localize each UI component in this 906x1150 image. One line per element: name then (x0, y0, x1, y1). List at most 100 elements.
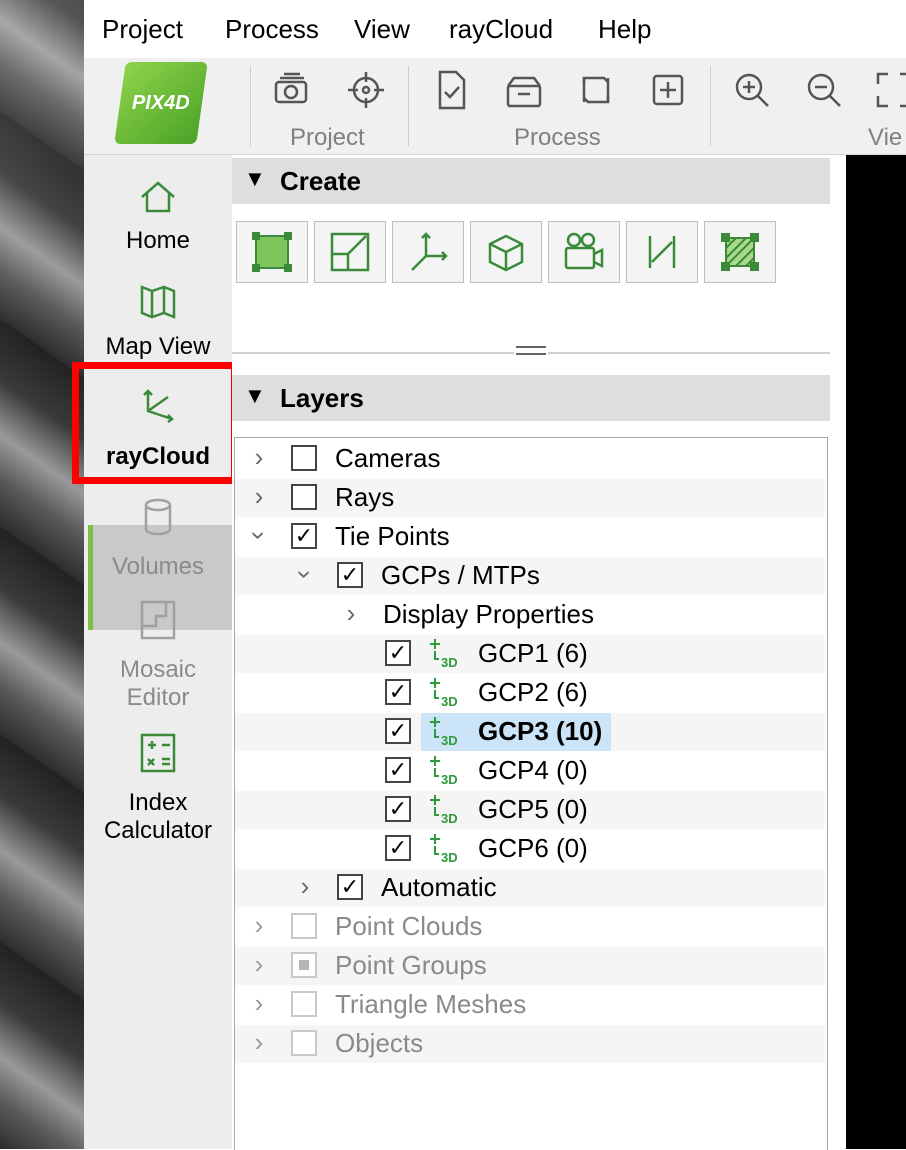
refresh-icon[interactable] (574, 68, 618, 112)
checkbox[interactable] (291, 445, 317, 471)
tree-row-label: GCP1 (6) (478, 638, 588, 668)
tree-row-tie-points[interactable]: › ✓ Tie Points (235, 518, 825, 556)
pix4d-logo: PIX4D (114, 62, 208, 144)
tree-row-point-clouds[interactable]: › Point Clouds (235, 908, 825, 946)
create-surface-button[interactable] (704, 221, 776, 283)
collapse-triangle-icon: ▼ (244, 383, 266, 408)
sidebar-item-mosaic-editor[interactable]: Mosaic Editor (84, 598, 232, 712)
tree-row-display-properties[interactable]: › Display Properties (235, 596, 825, 634)
surface-icon (721, 233, 759, 271)
tree-row-cameras[interactable]: › Cameras (235, 440, 825, 478)
checkbox (291, 1030, 317, 1056)
toolbar-separator (710, 66, 711, 146)
tree-row-gcp5[interactable]: ✓ 3D GCP5 (0) (235, 791, 825, 829)
tree-row-gcps-mtps[interactable]: › ✓ GCPs / MTPs (235, 557, 825, 595)
checkbox[interactable]: ✓ (385, 640, 411, 666)
background-photo (0, 0, 84, 1149)
chevron-right-icon[interactable]: › (247, 910, 271, 941)
document-check-icon[interactable] (430, 68, 474, 112)
checkbox[interactable]: ✓ (337, 874, 363, 900)
checkbox[interactable] (291, 484, 317, 510)
create-section-header[interactable]: ▼ Create (232, 158, 830, 204)
tree-row-point-groups[interactable]: › Point Groups (235, 947, 825, 985)
svg-text:3D: 3D (441, 772, 458, 787)
sidebar: Home Map View rayCloud Volumes Mosaic Ed… (84, 155, 239, 1149)
tree-row-rays[interactable]: › Rays (235, 479, 825, 517)
chevron-right-icon[interactable]: › (247, 1027, 271, 1058)
menu-help[interactable]: Help (598, 14, 651, 45)
cylinder-icon (144, 498, 172, 536)
menu-view[interactable]: View (354, 14, 410, 45)
chevron-right-icon[interactable]: › (247, 481, 271, 512)
collapse-triangle-icon: ▼ (244, 166, 266, 191)
gcp-3d-icon: 3D (430, 795, 458, 826)
splitter-grip-icon[interactable] (514, 341, 548, 361)
sidebar-item-map-view[interactable]: Map View (84, 279, 232, 361)
svg-text:3D: 3D (441, 811, 458, 826)
3d-viewport[interactable] (846, 155, 906, 1149)
menu-raycloud[interactable]: rayCloud (449, 14, 553, 45)
fullscreen-icon[interactable] (872, 68, 906, 112)
zoom-in-icon[interactable] (730, 68, 774, 112)
menu-process[interactable]: Process (225, 14, 319, 45)
chevron-down-icon[interactable]: › (244, 524, 275, 548)
open-box-icon[interactable] (502, 68, 546, 112)
tree-row-gcp3[interactable]: ✓ 3D GCP3 (10) (235, 713, 825, 751)
map-icon (140, 285, 176, 319)
chevron-right-icon[interactable]: › (247, 988, 271, 1019)
sidebar-item-index-calculator[interactable]: Index Calculator (84, 731, 232, 845)
checkbox[interactable]: ✓ (385, 679, 411, 705)
chevron-down-icon[interactable]: › (290, 563, 321, 587)
svg-text:3D: 3D (441, 655, 458, 670)
section-title: Layers (280, 383, 364, 413)
checkbox[interactable]: ✓ (385, 718, 411, 744)
tree-row-gcp1[interactable]: ✓ 3D GCP1 (6) (235, 635, 825, 673)
checkbox[interactable]: ✓ (385, 757, 411, 783)
checkbox[interactable]: ✓ (337, 562, 363, 588)
tree-row-label: GCP4 (0) (478, 755, 588, 785)
add-process-icon[interactable] (646, 68, 690, 112)
tree-row-label: Display Properties (383, 599, 594, 629)
create-3d-box-button[interactable] (470, 221, 542, 283)
tree-row-gcp2[interactable]: ✓ 3D GCP2 (6) (235, 674, 825, 712)
svg-text:3D: 3D (441, 733, 458, 748)
target-icon[interactable] (344, 68, 388, 112)
gcp-3d-icon: 3D (430, 834, 458, 865)
chevron-right-icon[interactable]: › (293, 871, 317, 902)
layers-section-header[interactable]: ▼ Layers (232, 375, 830, 421)
gcp-3d-icon: 3D (430, 639, 458, 670)
tree-row-objects[interactable]: › Objects (235, 1025, 825, 1063)
tree-row-automatic[interactable]: › ✓ Automatic (235, 869, 825, 907)
raycloud-icon (143, 389, 174, 423)
tree-row-triangle-meshes[interactable]: › Triangle Meshes (235, 986, 825, 1024)
chevron-right-icon[interactable]: › (247, 442, 271, 473)
sidebar-item-label-2: Editor (126, 684, 190, 711)
sidebar-item-volumes[interactable]: Volumes (84, 495, 232, 581)
tree-row-gcp6[interactable]: ✓ 3D GCP6 (0) (235, 830, 825, 868)
create-orientation-button[interactable] (392, 221, 464, 283)
tree-row-gcp4[interactable]: ✓ 3D GCP4 (0) (235, 752, 825, 790)
gcp-3d-icon: 3D (430, 756, 458, 787)
chevron-right-icon[interactable]: › (247, 949, 271, 980)
checkbox[interactable]: ✓ (385, 835, 411, 861)
create-distance-button[interactable] (626, 221, 698, 283)
sidebar-item-raycloud[interactable]: rayCloud (84, 383, 232, 471)
menu-project[interactable]: Project (102, 14, 183, 45)
polyline-area-icon (252, 232, 292, 272)
create-polyline-area-button[interactable] (236, 221, 308, 283)
group-label-project: Project (290, 124, 365, 151)
tree-row-label: Point Clouds (335, 911, 483, 941)
toolbar-separator (408, 66, 409, 146)
chevron-right-icon[interactable]: › (339, 598, 363, 629)
camera-stack-icon[interactable] (270, 68, 314, 112)
orientation-axes-icon (411, 232, 448, 271)
create-scale-constraint-button[interactable] (314, 221, 386, 283)
group-label-view: Vie (868, 124, 903, 151)
sidebar-item-home[interactable]: Home (84, 175, 232, 255)
checkbox[interactable]: ✓ (291, 523, 317, 549)
checkbox[interactable]: ✓ (385, 796, 411, 822)
tree-row-label: Point Groups (335, 950, 487, 980)
create-video-animation-button[interactable] (548, 221, 620, 283)
gcp-3d-icon: 3D (430, 678, 458, 709)
zoom-out-icon[interactable] (802, 68, 846, 112)
